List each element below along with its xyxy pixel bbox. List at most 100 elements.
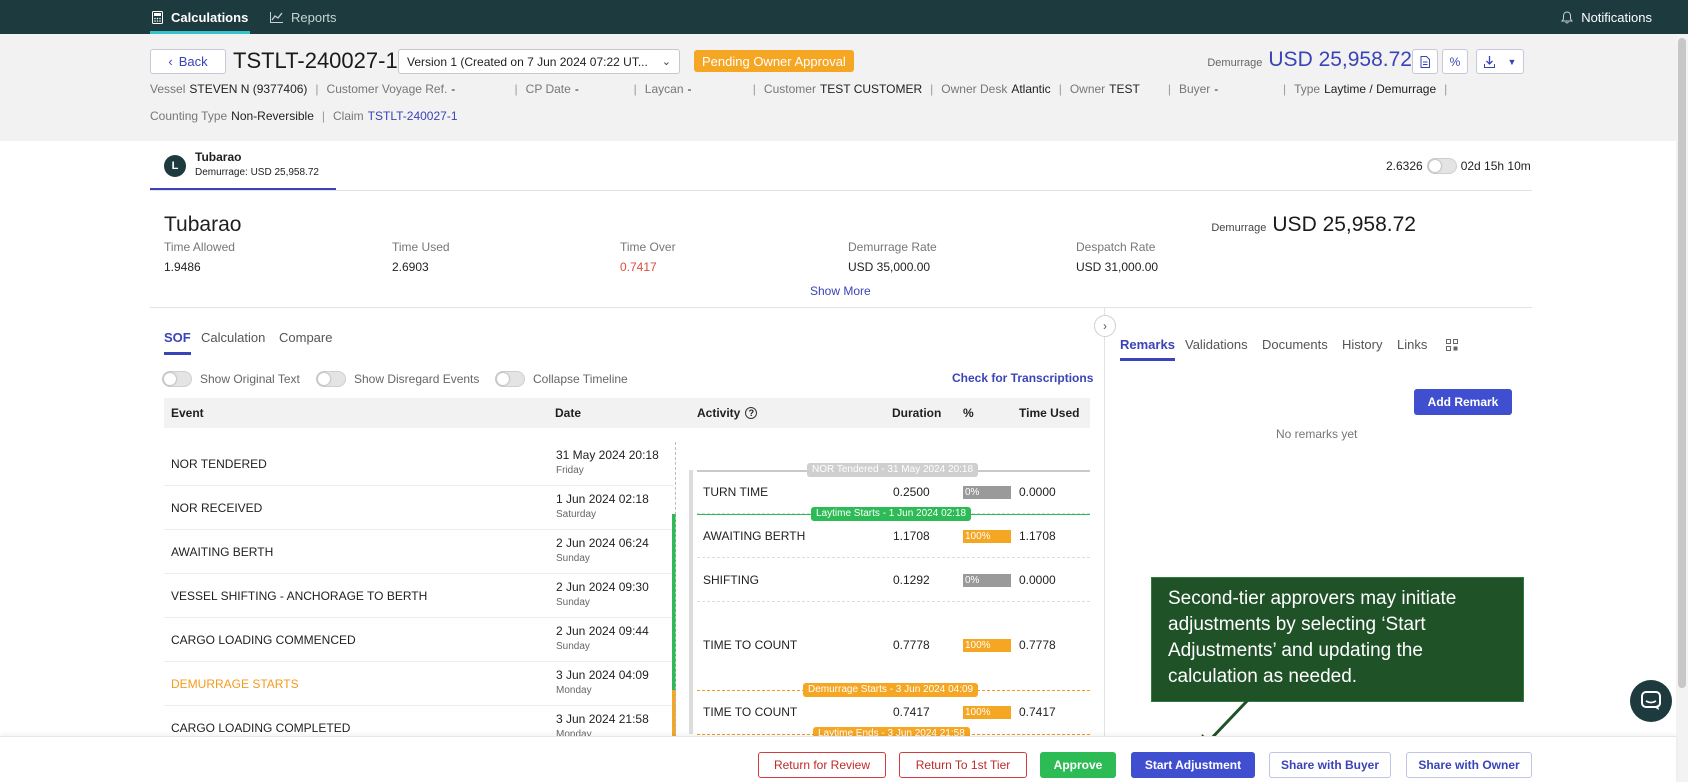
summary-label: Time Allowed (164, 240, 235, 254)
approve-button[interactable]: Approve (1040, 752, 1116, 778)
activity-time-used: 0.7778 (1019, 638, 1056, 652)
meta-value: - (451, 82, 456, 96)
rate-switch[interactable] (1426, 158, 1457, 174)
summary-value: 1.9486 (164, 260, 201, 274)
marker-label: Demurrage Starts - 3 Jun 2024 04:09 (803, 683, 979, 697)
tab-links[interactable]: Links (1397, 337, 1427, 352)
event-name: CARGO LOADING COMMENCED (171, 633, 356, 647)
col-event: Event (171, 406, 204, 420)
meta-separator: | (1058, 82, 1062, 96)
top-nav: Calculations Reports Notifications (0, 0, 1688, 34)
event-date: 1 Jun 2024 02:18 (556, 492, 649, 506)
share-with-owner-button[interactable]: Share with Owner (1406, 752, 1532, 778)
nav-tab-reports[interactable]: Reports (270, 0, 337, 34)
event-row[interactable]: CARGO LOADING COMMENCED 2 Jun 2024 09:44… (164, 618, 674, 662)
event-row[interactable]: NOR RECEIVED 1 Jun 2024 02:18 Saturday (164, 486, 674, 530)
meta-label: Owner Desk (941, 82, 1008, 96)
caret-down-icon: ▼ (1507, 56, 1517, 67)
activity-row[interactable]: SHIFTING 0.1292 0% 0.0000 (697, 558, 1090, 602)
port-tab-name: Tubarao (195, 150, 242, 164)
marker-label: Laytime Starts - 1 Jun 2024 02:18 (811, 507, 972, 521)
show-more-link[interactable]: Show More (810, 284, 871, 298)
check-transcriptions-link[interactable]: Check for Transcriptions (952, 371, 1093, 385)
toggle-switch[interactable] (495, 371, 525, 387)
summary-label: Despatch Rate (1076, 240, 1156, 254)
claim-link[interactable]: TSTLT-240027-1 (368, 109, 458, 125)
version-select[interactable]: Version 1 (Created on 7 Jun 2024 07:22 U… (398, 49, 680, 74)
meta-separator: | (633, 82, 637, 96)
event-row[interactable]: NOR TENDERED 31 May 2024 20:18 Friday (164, 442, 674, 486)
event-name: AWAITING BERTH (171, 545, 274, 559)
meta-laycan: Laycan - (645, 82, 745, 98)
meta-value: - (687, 82, 692, 96)
help-circle-icon[interactable]: ? (745, 407, 758, 419)
activity-percent: 100% (963, 706, 1011, 719)
show-original-text-toggle[interactable]: Show Original Text (162, 371, 300, 387)
activity-row[interactable]: TIME TO COUNT 0.7778 100% 0.7778 (697, 602, 1090, 688)
activity-time-used: 0.0000 (1019, 485, 1056, 499)
notifications-button[interactable]: Notifications (1561, 0, 1652, 34)
tab-remarks[interactable]: Remarks (1120, 337, 1175, 361)
timeline-guide (675, 442, 676, 734)
show-disregard-events-toggle[interactable]: Show Disregard Events (316, 371, 479, 387)
port-tab-tubarao[interactable]: L Tubarao Demurrage: USD 25,958.72 (150, 147, 336, 191)
meta-label: Counting Type (150, 109, 228, 123)
port-title: Tubarao (164, 213, 242, 236)
avatar: L (164, 155, 186, 177)
nav-tab-calculations[interactable]: Calculations (150, 0, 251, 34)
header-demurrage: Demurrage USD 25,958.72 (1207, 48, 1412, 72)
activity-duration: 0.1292 (893, 573, 930, 587)
port-tab-demurrage: Demurrage: USD 25,958.72 (195, 167, 319, 178)
meta-value: STEVEN N (9377406) (189, 82, 308, 96)
scrollbar-thumb[interactable] (1678, 38, 1686, 688)
rate-toggle[interactable]: 2.6326 02d 15h 10m (1386, 158, 1531, 174)
toggle-switch[interactable] (316, 371, 346, 387)
timeline-activity-bar (689, 470, 693, 734)
tab-validations[interactable]: Validations (1185, 337, 1248, 352)
activity-name: TURN TIME (703, 485, 769, 499)
summary-value: 2.6903 (392, 260, 429, 274)
activity-duration: 0.2500 (893, 485, 930, 499)
notifications-label: Notifications (1581, 9, 1652, 25)
meta-label: Laycan (644, 82, 684, 96)
divider (150, 190, 1532, 191)
tab-sof[interactable]: SOF (164, 330, 191, 355)
tab-documents[interactable]: Documents (1262, 337, 1328, 352)
tab-calculation[interactable]: Calculation (201, 330, 265, 345)
collapse-timeline-toggle[interactable]: Collapse Timeline (495, 371, 628, 387)
start-adjustment-button[interactable]: Start Adjustment (1131, 752, 1255, 778)
event-weekday: Saturday (556, 509, 597, 520)
meta-label: Customer Voyage Ref. (326, 82, 448, 96)
event-row[interactable]: DEMURRAGE STARTS 3 Jun 2024 04:09 Monday (164, 662, 674, 706)
status-badge: Pending Owner Approval (694, 50, 854, 72)
summary-demurrage-label: Demurrage (1211, 222, 1267, 234)
share-with-buyer-button[interactable]: Share with Buyer (1269, 752, 1391, 778)
back-button[interactable]: ‹ Back (150, 49, 226, 74)
download-button[interactable]: ▼ (1476, 49, 1524, 74)
expand-icon[interactable] (1446, 338, 1458, 356)
toggle-switch[interactable] (162, 371, 192, 387)
meta-value: Non-Reversible (231, 109, 314, 123)
tab-history[interactable]: History (1342, 337, 1382, 352)
event-row[interactable]: VESSEL SHIFTING - ANCHORAGE TO BERTH 2 J… (164, 574, 674, 618)
empty-state-text: No remarks yet (1276, 427, 1358, 441)
summary-demurrage-value: USD 25,958.72 (1272, 213, 1416, 236)
meta-value: TEST CUSTOMER (819, 82, 923, 96)
collapse-panel-button[interactable]: › (1094, 315, 1116, 337)
return-to-first-tier-button[interactable]: Return To 1st Tier (899, 752, 1027, 778)
event-row[interactable]: AWAITING BERTH 2 Jun 2024 06:24 Sunday (164, 530, 674, 574)
page-scrollbar[interactable] (1676, 34, 1688, 782)
header-demurrage-value: USD 25,958.72 (1268, 48, 1412, 71)
meta-value: - (574, 82, 579, 96)
chat-support-button[interactable] (1630, 680, 1672, 722)
event-name: CARGO LOADING COMPLETED (171, 721, 351, 735)
tab-compare[interactable]: Compare (279, 330, 332, 345)
percent-button[interactable]: % (1442, 49, 1468, 74)
return-for-review-button[interactable]: Return for Review (758, 752, 886, 778)
col-percent: % (963, 406, 974, 420)
divider (150, 307, 1532, 308)
meta-value: Laytime / Demurrage (1324, 82, 1437, 96)
add-remark-button[interactable]: Add Remark (1414, 389, 1512, 415)
activity-percent: 100% (963, 530, 1011, 543)
document-button[interactable] (1412, 49, 1438, 74)
